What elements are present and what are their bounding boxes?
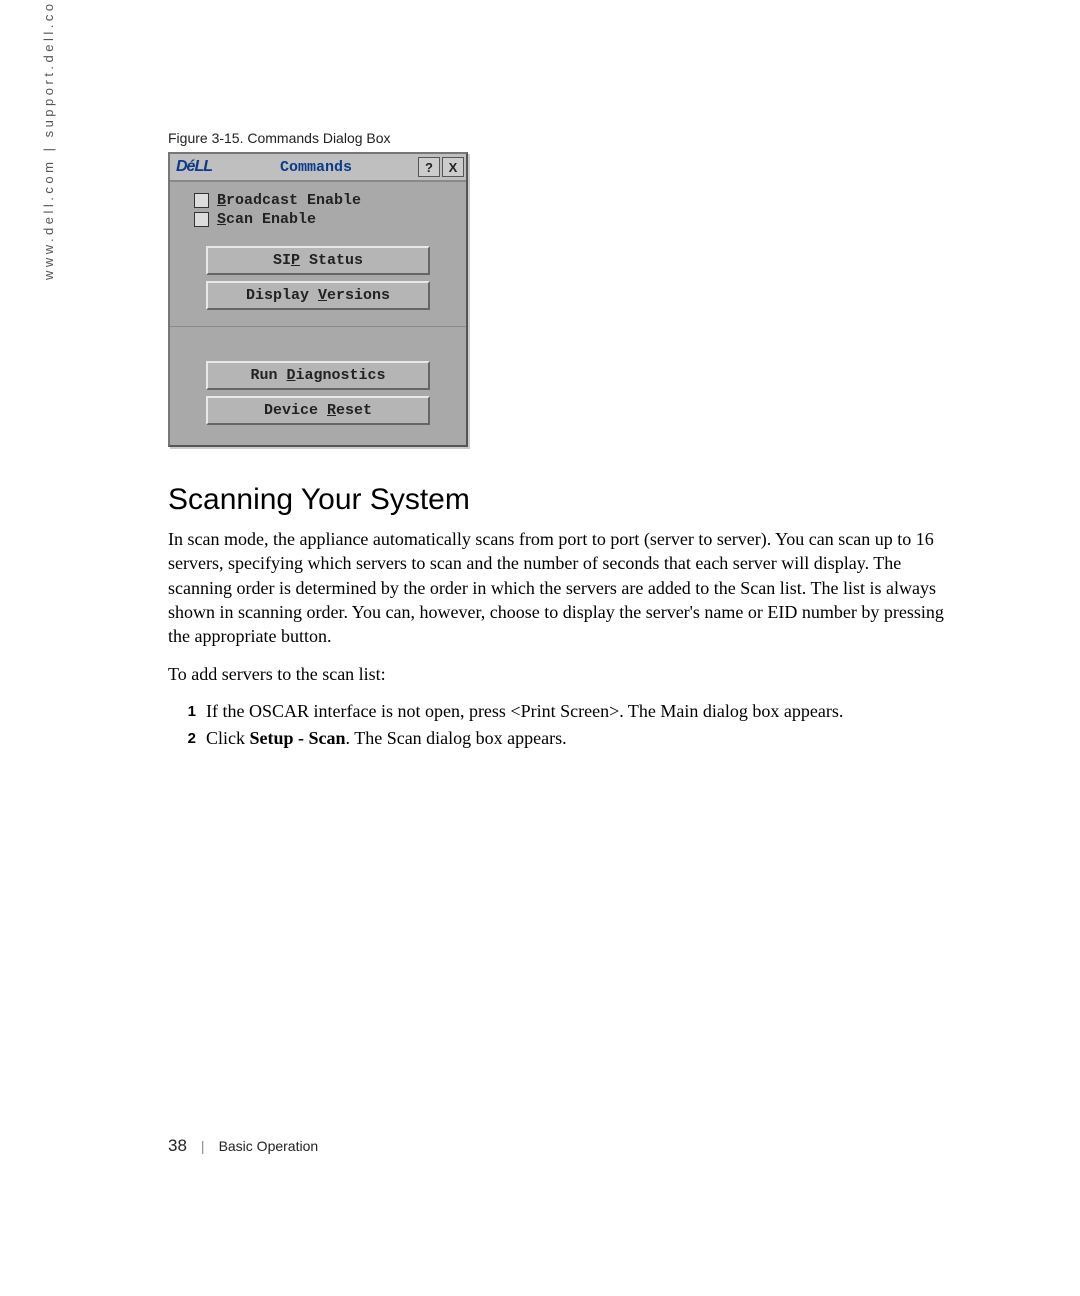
checkbox-icon[interactable] <box>194 212 209 227</box>
button-group-1: SIP Status Display Versions <box>180 246 456 310</box>
device-reset-button[interactable]: Device Reset <box>206 396 430 425</box>
body-paragraph: In scan mode, the appliance automaticall… <box>168 527 958 648</box>
step-text: Click Setup - Scan. The Scan dialog box … <box>206 728 567 749</box>
divider <box>170 326 466 355</box>
commands-dialog: DéLL Commands ? X Broadcast Enable Scan … <box>168 152 468 447</box>
sip-status-button[interactable]: SIP Status <box>206 246 430 275</box>
checkbox-label: Scan Enable <box>217 211 316 228</box>
footer-section: Basic Operation <box>219 1138 319 1154</box>
checkbox-icon[interactable] <box>194 193 209 208</box>
dialog-titlebar: DéLL Commands ? X <box>170 154 466 182</box>
dialog-title: Commands <box>216 159 416 176</box>
figure-caption: Figure 3-15. Commands Dialog Box <box>168 130 958 146</box>
body-paragraph: To add servers to the scan list: <box>168 662 958 686</box>
step-number: 1 <box>168 701 196 722</box>
section-heading: Scanning Your System <box>168 483 958 517</box>
checkbox-label: Broadcast Enable <box>217 192 361 209</box>
button-group-2: Run Diagnostics Device Reset <box>180 361 456 425</box>
close-icon[interactable]: X <box>442 157 464 177</box>
step-text: If the OSCAR interface is not open, pres… <box>206 701 843 722</box>
run-diagnostics-button[interactable]: Run Diagnostics <box>206 361 430 390</box>
ordered-list: 1 If the OSCAR interface is not open, pr… <box>168 701 958 749</box>
list-item: 2 Click Setup - Scan. The Scan dialog bo… <box>168 728 958 749</box>
list-item: 1 If the OSCAR interface is not open, pr… <box>168 701 958 722</box>
page-number: 38 <box>168 1136 187 1156</box>
dialog-body: Broadcast Enable Scan Enable SIP Status … <box>170 182 466 445</box>
broadcast-enable-row[interactable]: Broadcast Enable <box>194 192 456 209</box>
dell-logo: DéLL <box>172 158 216 176</box>
step-number: 2 <box>168 728 196 749</box>
page-content: Figure 3-15. Commands Dialog Box DéLL Co… <box>168 130 958 755</box>
page-footer: 38 | Basic Operation <box>168 1136 318 1156</box>
sidebar-url: www.dell.com | support.dell.com <box>41 0 56 280</box>
footer-separator: | <box>201 1138 205 1154</box>
scan-enable-row[interactable]: Scan Enable <box>194 211 456 228</box>
display-versions-button[interactable]: Display Versions <box>206 281 430 310</box>
help-icon[interactable]: ? <box>418 157 440 177</box>
